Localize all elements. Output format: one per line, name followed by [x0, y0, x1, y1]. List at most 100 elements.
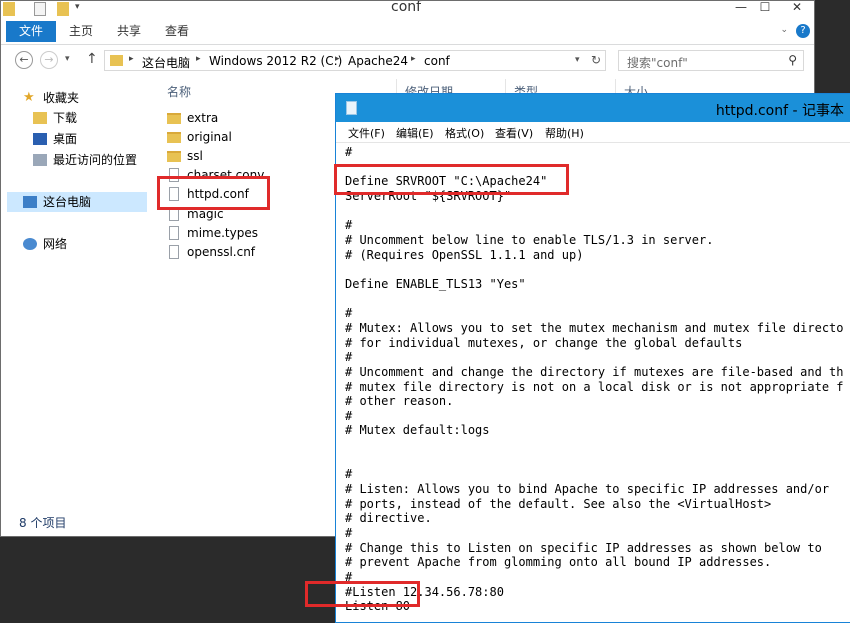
config-line: # Listen: Allows you to bind Apache to s…	[345, 482, 830, 497]
properties-icon[interactable]	[34, 2, 46, 16]
nav-this-pc[interactable]: 这台电脑	[7, 192, 147, 212]
close-button[interactable]: ✕	[784, 1, 810, 15]
maximize-button[interactable]: ☐	[752, 1, 778, 15]
notepad-menubar: 文件(F) 编辑(E) 格式(O) 查看(V) 帮助(H)	[336, 122, 850, 143]
explorer-titlebar: ▾ conf — ☐ ✕	[1, 1, 814, 19]
nav-this-pc-label: 这台电脑	[43, 195, 92, 209]
breadcrumb-drive[interactable]: Windows 2012 R2 (C:)	[209, 54, 342, 68]
config-line: #	[345, 570, 353, 585]
forward-button[interactable]: →	[40, 51, 58, 69]
customize-toolbar-icon[interactable]: ▾	[75, 2, 87, 16]
recent-locations-icon[interactable]: ▾	[65, 54, 70, 64]
menu-edit[interactable]: 编辑(E)	[396, 125, 434, 141]
config-line: Listen 80	[345, 599, 411, 614]
breadcrumb-separator-icon[interactable]: ▸	[411, 54, 416, 64]
breadcrumb-conf[interactable]: conf	[424, 54, 450, 68]
tab-share[interactable]: 共享	[111, 21, 147, 42]
config-line: # Uncomment below line to enable TLS/1.3…	[345, 232, 714, 247]
menu-view[interactable]: 查看(V)	[495, 125, 533, 141]
breadcrumb-apache24[interactable]: Apache24	[348, 54, 408, 68]
config-line: # for individual mutexes, or change the …	[345, 335, 743, 350]
menu-file[interactable]: 文件(F)	[348, 125, 385, 141]
notepad-title: httpd.conf - 记事本	[715, 103, 844, 119]
search-icon[interactable]: ⚲	[788, 53, 797, 67]
menu-format[interactable]: 格式(O)	[445, 125, 484, 141]
config-line	[345, 204, 850, 219]
config-line: #	[345, 408, 353, 423]
config-line: # Mutex default:logs	[345, 423, 490, 438]
config-line: #	[345, 350, 353, 365]
computer-icon	[23, 196, 37, 208]
folder-icon	[167, 151, 181, 162]
breadcrumb-separator-icon[interactable]: ▸	[129, 54, 134, 64]
file-icon	[169, 245, 179, 259]
address-dropdown-icon[interactable]: ▾	[575, 55, 580, 65]
refresh-icon[interactable]: ↻	[591, 53, 601, 67]
window-title: conf	[391, 0, 422, 15]
menu-help[interactable]: 帮助(H)	[545, 125, 584, 141]
breadcrumb-separator-icon[interactable]: ▸	[196, 54, 201, 64]
notepad-icon	[346, 101, 357, 115]
desktop-icon	[33, 133, 47, 145]
file-name: mime.types	[187, 226, 258, 240]
file-icon	[169, 226, 179, 240]
tab-file[interactable]: 文件	[6, 21, 56, 42]
status-item-count: 8 个项目	[19, 516, 67, 530]
file-name: extra	[187, 111, 219, 125]
search-box[interactable]: 搜索"conf" ⚲	[618, 50, 804, 71]
minimize-button[interactable]: —	[728, 1, 754, 15]
config-line: # Change this to Listen on specific IP a…	[345, 540, 822, 555]
folder-icon	[110, 55, 123, 66]
new-folder-icon[interactable]	[57, 2, 69, 16]
tab-view[interactable]: 查看	[159, 21, 195, 42]
nav-downloads-label: 下载	[53, 111, 78, 125]
star-icon: ★	[23, 90, 35, 105]
nav-recent-label: 最近访问的位置	[53, 153, 138, 167]
config-line	[345, 262, 850, 277]
highlight-httpd-conf	[157, 176, 270, 210]
config-line: #	[345, 526, 353, 541]
config-line	[345, 438, 850, 453]
config-line: # prevent Apache from glomming onto all …	[345, 555, 772, 570]
downloads-folder-icon	[33, 112, 47, 124]
file-name: original	[187, 130, 232, 144]
breadcrumb-separator-icon[interactable]: ▸	[335, 54, 340, 64]
config-line: # directive.	[345, 511, 432, 526]
config-line: # mutex file directory is not on a local…	[345, 379, 844, 394]
notepad-text-area[interactable]: # Define SRVROOT "C:\Apache24" ServerRoot…	[345, 145, 850, 622]
tab-home[interactable]: 主页	[63, 21, 99, 42]
search-input[interactable]: 搜索"conf"	[627, 54, 688, 71]
file-name: ssl	[187, 149, 203, 163]
config-line: #	[345, 306, 353, 321]
config-line: #	[345, 145, 353, 159]
highlight-listen-80	[305, 581, 420, 607]
config-line: # other reason.	[345, 394, 454, 409]
nav-desktop-label: 桌面	[53, 132, 78, 146]
config-line: Define ENABLE_TLS13 "Yes"	[345, 276, 526, 291]
config-line: #	[345, 218, 353, 233]
address-bar[interactable]: ▸ 这台电脑 ▸ Windows 2012 R2 (C:) ▸ Apache24…	[104, 50, 606, 71]
config-line: # Uncomment and change the directory if …	[345, 364, 844, 379]
config-line	[345, 453, 850, 468]
config-line	[345, 292, 850, 307]
chevron-down-icon[interactable]: ⌄	[780, 25, 788, 35]
config-line: # Mutex: Allows you to set the mutex mec…	[345, 320, 844, 335]
recent-places-icon	[33, 154, 47, 166]
config-line	[345, 614, 850, 622]
config-line: #	[345, 467, 353, 482]
back-button[interactable]: ←	[15, 51, 33, 69]
config-line: #Listen 12.34.56.78:80	[345, 584, 504, 599]
network-icon	[23, 238, 37, 250]
file-name: openssl.cnf	[187, 245, 256, 259]
highlight-define-srvroot	[334, 164, 569, 195]
config-line: # ports, instead of the default. See als…	[345, 496, 772, 511]
address-row: ← → ▾ ↑ ▸ 这台电脑 ▸ Windows 2012 R2 (C:) ▸ …	[1, 48, 814, 74]
folder-icon	[3, 2, 15, 16]
folder-icon	[167, 113, 181, 124]
up-button[interactable]: ↑	[86, 51, 98, 67]
ribbon-tabs: 文件 主页 共享 查看 ⌄ ?	[1, 19, 814, 45]
help-icon[interactable]: ?	[796, 24, 810, 38]
column-header-name[interactable]: 名称	[167, 83, 191, 100]
breadcrumb-this-pc[interactable]: 这台电脑	[142, 54, 190, 71]
config-line: # (Requires OpenSSL 1.1.1 and up)	[345, 247, 584, 262]
